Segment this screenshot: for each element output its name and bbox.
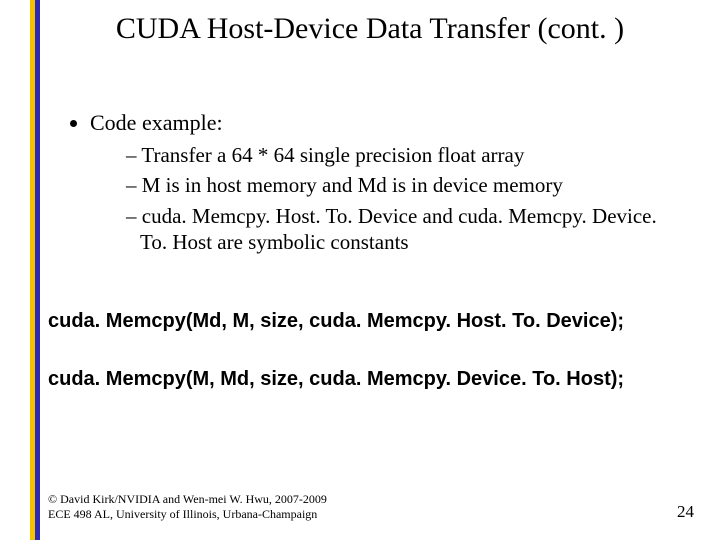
accent-stripe [30, 0, 40, 540]
page-number: 24 [677, 502, 694, 522]
sub-bullet: M is in host memory and Md is in device … [126, 172, 680, 198]
slide-title: CUDA Host-Device Data Transfer (cont. ) [60, 12, 680, 47]
sub-bullet: cuda. Memcpy. Host. To. Device and cuda.… [126, 203, 680, 256]
footer-line-1: © David Kirk/NVIDIA and Wen-mei W. Hwu, … [48, 492, 327, 507]
copyright-footer: © David Kirk/NVIDIA and Wen-mei W. Hwu, … [48, 492, 327, 522]
sub-bullet: Transfer a 64 * 64 single precision floa… [126, 142, 680, 168]
bullet-heading: Code example: [90, 110, 223, 135]
body-content: Code example: Transfer a 64 * 64 single … [60, 110, 680, 261]
code-line-2: cuda. Memcpy(M, Md, size, cuda. Memcpy. … [48, 368, 690, 391]
code-line-1: cuda. Memcpy(Md, M, size, cuda. Memcpy. … [48, 310, 690, 333]
footer-line-2: ECE 498 AL, University of Illinois, Urba… [48, 507, 327, 522]
